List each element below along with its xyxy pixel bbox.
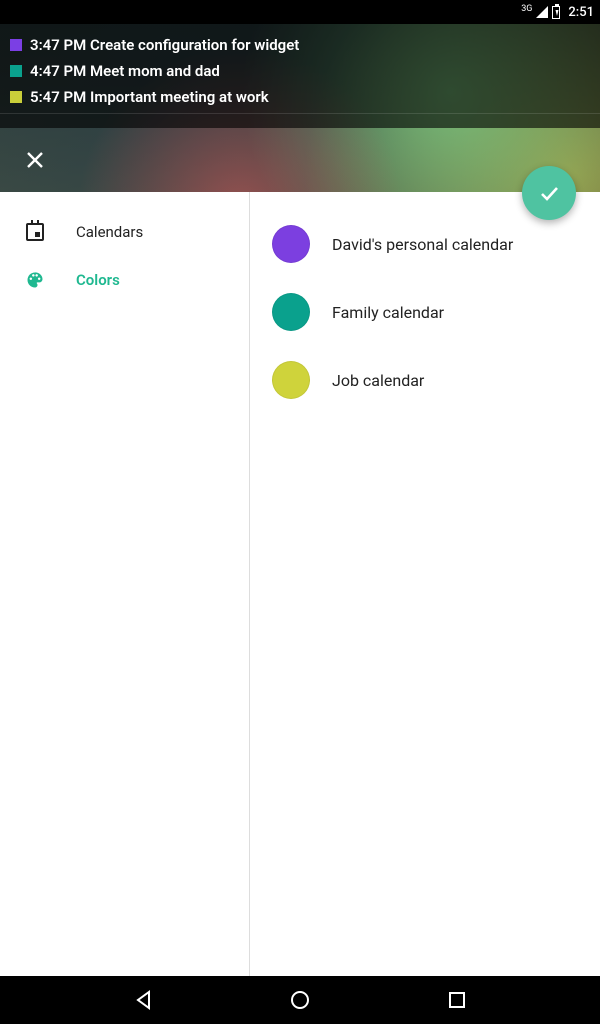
nav-recent-button[interactable] — [444, 987, 470, 1013]
calendar-row[interactable]: Job calendar — [250, 346, 600, 414]
calendar-label: Job calendar — [332, 371, 424, 390]
calendar-color-swatch — [272, 361, 310, 399]
confirm-fab[interactable] — [522, 166, 576, 220]
back-icon — [133, 989, 155, 1011]
notification-text: 3:47 PM Create configuration for widget — [30, 36, 299, 54]
nav-back-button[interactable] — [131, 987, 157, 1013]
sidebar: Calendars Colors — [0, 192, 250, 976]
close-button[interactable] — [24, 149, 46, 171]
sidebar-item-calendars[interactable]: Calendars — [0, 208, 249, 256]
calendar-label: David's personal calendar — [332, 235, 513, 254]
network-label: 3G — [521, 5, 532, 14]
notification-item[interactable]: 5:47 PM Important meeting at work — [10, 84, 590, 110]
content: Calendars Colors David's personal calend… — [0, 192, 600, 976]
status-clock: 2:51 — [568, 5, 594, 20]
calendar-icon — [24, 221, 46, 243]
battery-icon — [552, 6, 560, 19]
sidebar-item-label: Calendars — [76, 223, 143, 241]
status-bar: 3G 2:51 — [0, 0, 600, 24]
check-icon — [536, 180, 562, 206]
calendar-color-swatch — [272, 293, 310, 331]
palette-icon — [24, 269, 46, 291]
notification-color-swatch — [10, 91, 22, 103]
divider — [0, 113, 600, 114]
sidebar-item-label: Colors — [76, 271, 120, 289]
calendar-row[interactable]: David's personal calendar — [250, 210, 600, 278]
sidebar-item-colors[interactable]: Colors — [0, 256, 249, 304]
notification-text: 5:47 PM Important meeting at work — [30, 88, 269, 106]
navigation-bar — [0, 976, 600, 1024]
notification-color-swatch — [10, 65, 22, 77]
recent-icon — [447, 990, 467, 1010]
calendar-label: Family calendar — [332, 303, 444, 322]
calendar-row[interactable]: Family calendar — [250, 278, 600, 346]
notification-color-swatch — [10, 39, 22, 51]
notification-item[interactable]: 4:47 PM Meet mom and dad — [10, 58, 590, 84]
nav-home-button[interactable] — [287, 987, 313, 1013]
close-icon — [25, 150, 45, 170]
header: 3:47 PM Create configuration for widget … — [0, 24, 600, 192]
signal-icon — [536, 6, 548, 18]
calendar-color-swatch — [272, 225, 310, 263]
main-panel: David's personal calendar Family calenda… — [250, 192, 600, 976]
notification-text: 4:47 PM Meet mom and dad — [30, 62, 220, 80]
home-icon — [289, 989, 311, 1011]
notification-item[interactable]: 3:47 PM Create configuration for widget — [10, 32, 590, 58]
